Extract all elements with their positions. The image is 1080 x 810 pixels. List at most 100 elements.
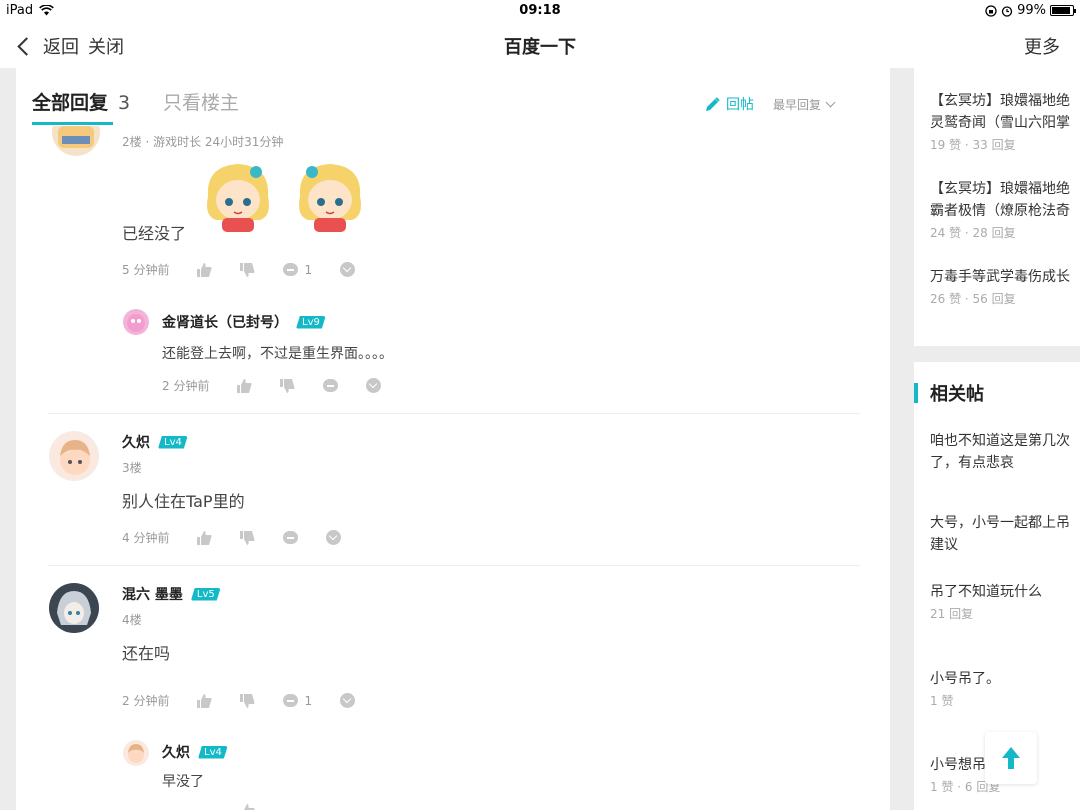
username-text: 金肾道长（已封号） (162, 315, 288, 331)
level-badge: Lv4 (158, 436, 188, 449)
username-text: 混六 墨墨 (122, 587, 183, 603)
sidebar-post-title-line: 【玄冥坊】琅嬛福地绝 (930, 93, 1070, 109)
comment-button[interactable]: 1 (283, 263, 312, 277)
related-post-item[interactable]: 吊了不知道玩什么 21 回复 (930, 581, 1080, 622)
related-post-item[interactable]: 小号吊了。 1 赞 (930, 668, 1080, 709)
related-post-title-line: 了，有点悲哀 (930, 455, 1014, 471)
comment-count: 1 (304, 262, 313, 277)
dislike-button[interactable] (240, 693, 255, 708)
battery-icon (1050, 5, 1076, 16)
chevron-down-circle-icon (340, 693, 356, 708)
battery-percent: 99% (1017, 3, 1046, 18)
thumbs-down-icon (240, 262, 255, 277)
like-button[interactable] (197, 530, 212, 545)
reply-username[interactable]: 久炽 Lv4 (162, 742, 228, 762)
reply-post-label: 回帖 (726, 97, 754, 113)
related-post-stats: 1 赞 (930, 694, 954, 708)
level-badge: Lv4 (198, 746, 228, 759)
arrow-up-icon (1002, 747, 1020, 769)
active-tab-indicator (32, 122, 113, 125)
more-options-button[interactable] (326, 530, 342, 545)
avatar[interactable] (49, 583, 99, 633)
dislike-button[interactable] (240, 530, 255, 545)
like-button[interactable] (197, 693, 212, 708)
like-button[interactable] (237, 378, 252, 393)
post-time: 4 分钟前 (122, 531, 170, 545)
comment-count: 1 (304, 693, 313, 708)
reply-actions: 2 分钟前 (162, 377, 409, 394)
back-to-top-button[interactable] (985, 732, 1037, 784)
reply-content: 还能登上去啊，不过是重生界面。。。。 (162, 346, 393, 362)
reply-post-button[interactable]: 回帖 (705, 94, 754, 114)
sidebar-post-title-line: 霸者极情（燎原枪法奇 (930, 203, 1070, 219)
chevron-down-circle-icon (340, 262, 356, 277)
reply-actions (162, 804, 283, 810)
sidebar-post-item[interactable]: 【玄冥坊】琅嬛福地绝 霸者极情（燎原枪法奇 24 赞 · 28 回复 (930, 178, 1080, 241)
more-options-button[interactable] (340, 262, 356, 277)
sidebar-post-stats: 19 赞 · 33 回复 (930, 138, 1016, 152)
sidebar-post-item[interactable]: 【玄冥坊】琅嬛福地绝 灵鹫奇闻（雪山六阳掌 19 赞 · 33 回复 (930, 90, 1080, 153)
related-post-title-line: 吊了不知道玩什么 (930, 584, 1042, 600)
status-time: 09:18 (519, 3, 561, 18)
level-badge: Lv5 (191, 588, 221, 601)
related-post-title-line: 咱也不知道这是第几次 (930, 433, 1070, 449)
thumbs-down-icon (240, 530, 255, 545)
like-button[interactable] (197, 262, 212, 277)
related-post-title-line: 建议 (930, 537, 958, 553)
reply-username[interactable]: 金肾道长（已封号） Lv9 (162, 312, 326, 332)
post-actions: 4 分钟前 (122, 529, 369, 546)
rotation-lock-icon (985, 4, 997, 17)
sidebar-post-stats: 26 赞 · 56 回复 (930, 292, 1016, 306)
related-post-item[interactable]: 大号，小号一起都上吊 建议 (930, 512, 1080, 556)
thumbs-up-icon (197, 693, 212, 708)
related-post-item[interactable]: 咱也不知道这是第几次 了，有点悲哀 (930, 430, 1080, 474)
post-username[interactable]: 久炽 Lv4 (122, 432, 188, 452)
more-options-button[interactable] (366, 378, 382, 393)
dislike-button[interactable] (280, 378, 295, 393)
post-actions: 5 分钟前 1 (122, 261, 383, 278)
thumbs-down-icon (280, 378, 295, 393)
sidebar-post-item[interactable]: 万毒手等武学毒伤成长 26 赞 · 56 回复 (930, 266, 1080, 307)
avatar[interactable] (123, 309, 149, 335)
sticker-image (290, 156, 370, 238)
post-username[interactable]: 混六 墨墨 Lv5 (122, 584, 221, 604)
tab-host-only[interactable]: 只看楼主 (163, 88, 239, 115)
comment-icon (283, 694, 299, 707)
avatar[interactable] (123, 740, 149, 766)
sidebar-post-title-line: 万毒手等武学毒伤成长 (930, 269, 1070, 285)
post-floor: 4楼 (122, 613, 142, 627)
chevron-down-circle-icon (366, 378, 382, 393)
comment-button[interactable] (323, 379, 339, 392)
comment-button[interactable] (283, 531, 299, 544)
sort-label: 最早回复 (773, 98, 822, 112)
dislike-button[interactable] (240, 262, 255, 277)
accent-bar (914, 383, 918, 403)
avatar[interactable] (49, 431, 99, 481)
page-title: 百度一下 (504, 37, 576, 58)
more-button[interactable]: 更多 (1024, 33, 1060, 59)
sidebar-post-stats: 24 赞 · 28 回复 (930, 226, 1016, 240)
status-right: 99% (985, 3, 1076, 18)
username-text: 久炽 (162, 745, 190, 761)
sidebar-top-card: 【玄冥坊】琅嬛福地绝 灵鹫奇闻（雪山六阳掌 19 赞 · 33 回复 【玄冥坊】… (914, 68, 1080, 346)
more-options-button[interactable] (340, 693, 356, 708)
related-post-stats: 21 回复 (930, 607, 974, 621)
pencil-icon (706, 96, 720, 111)
thumbs-down-icon (240, 693, 255, 708)
related-post-title-line: 小号吊了。 (930, 671, 1000, 687)
post-floor: 3楼 (122, 461, 142, 475)
post-content: 别人住在TaP里的 (122, 492, 245, 511)
like-button[interactable] (240, 804, 255, 810)
related-heading: 相关帖 (914, 380, 984, 406)
alarm-icon (1001, 5, 1013, 17)
sidebar-post-title-line: 【玄冥坊】琅嬛福地绝 (930, 181, 1070, 197)
tab-all-replies[interactable]: 全部回复 3 (32, 88, 130, 115)
related-post-title-line: 大号，小号一起都上吊 (930, 515, 1070, 531)
comment-icon (323, 379, 339, 392)
thumbs-up-icon (197, 262, 212, 277)
comment-icon (283, 263, 299, 276)
reply-tabs-bar: 全部回复 3 只看楼主 回帖 最早回复 (16, 68, 890, 126)
sort-dropdown[interactable]: 最早回复 (773, 96, 836, 113)
post-time: 2 分钟前 (122, 694, 170, 708)
comment-button[interactable]: 1 (283, 694, 312, 708)
